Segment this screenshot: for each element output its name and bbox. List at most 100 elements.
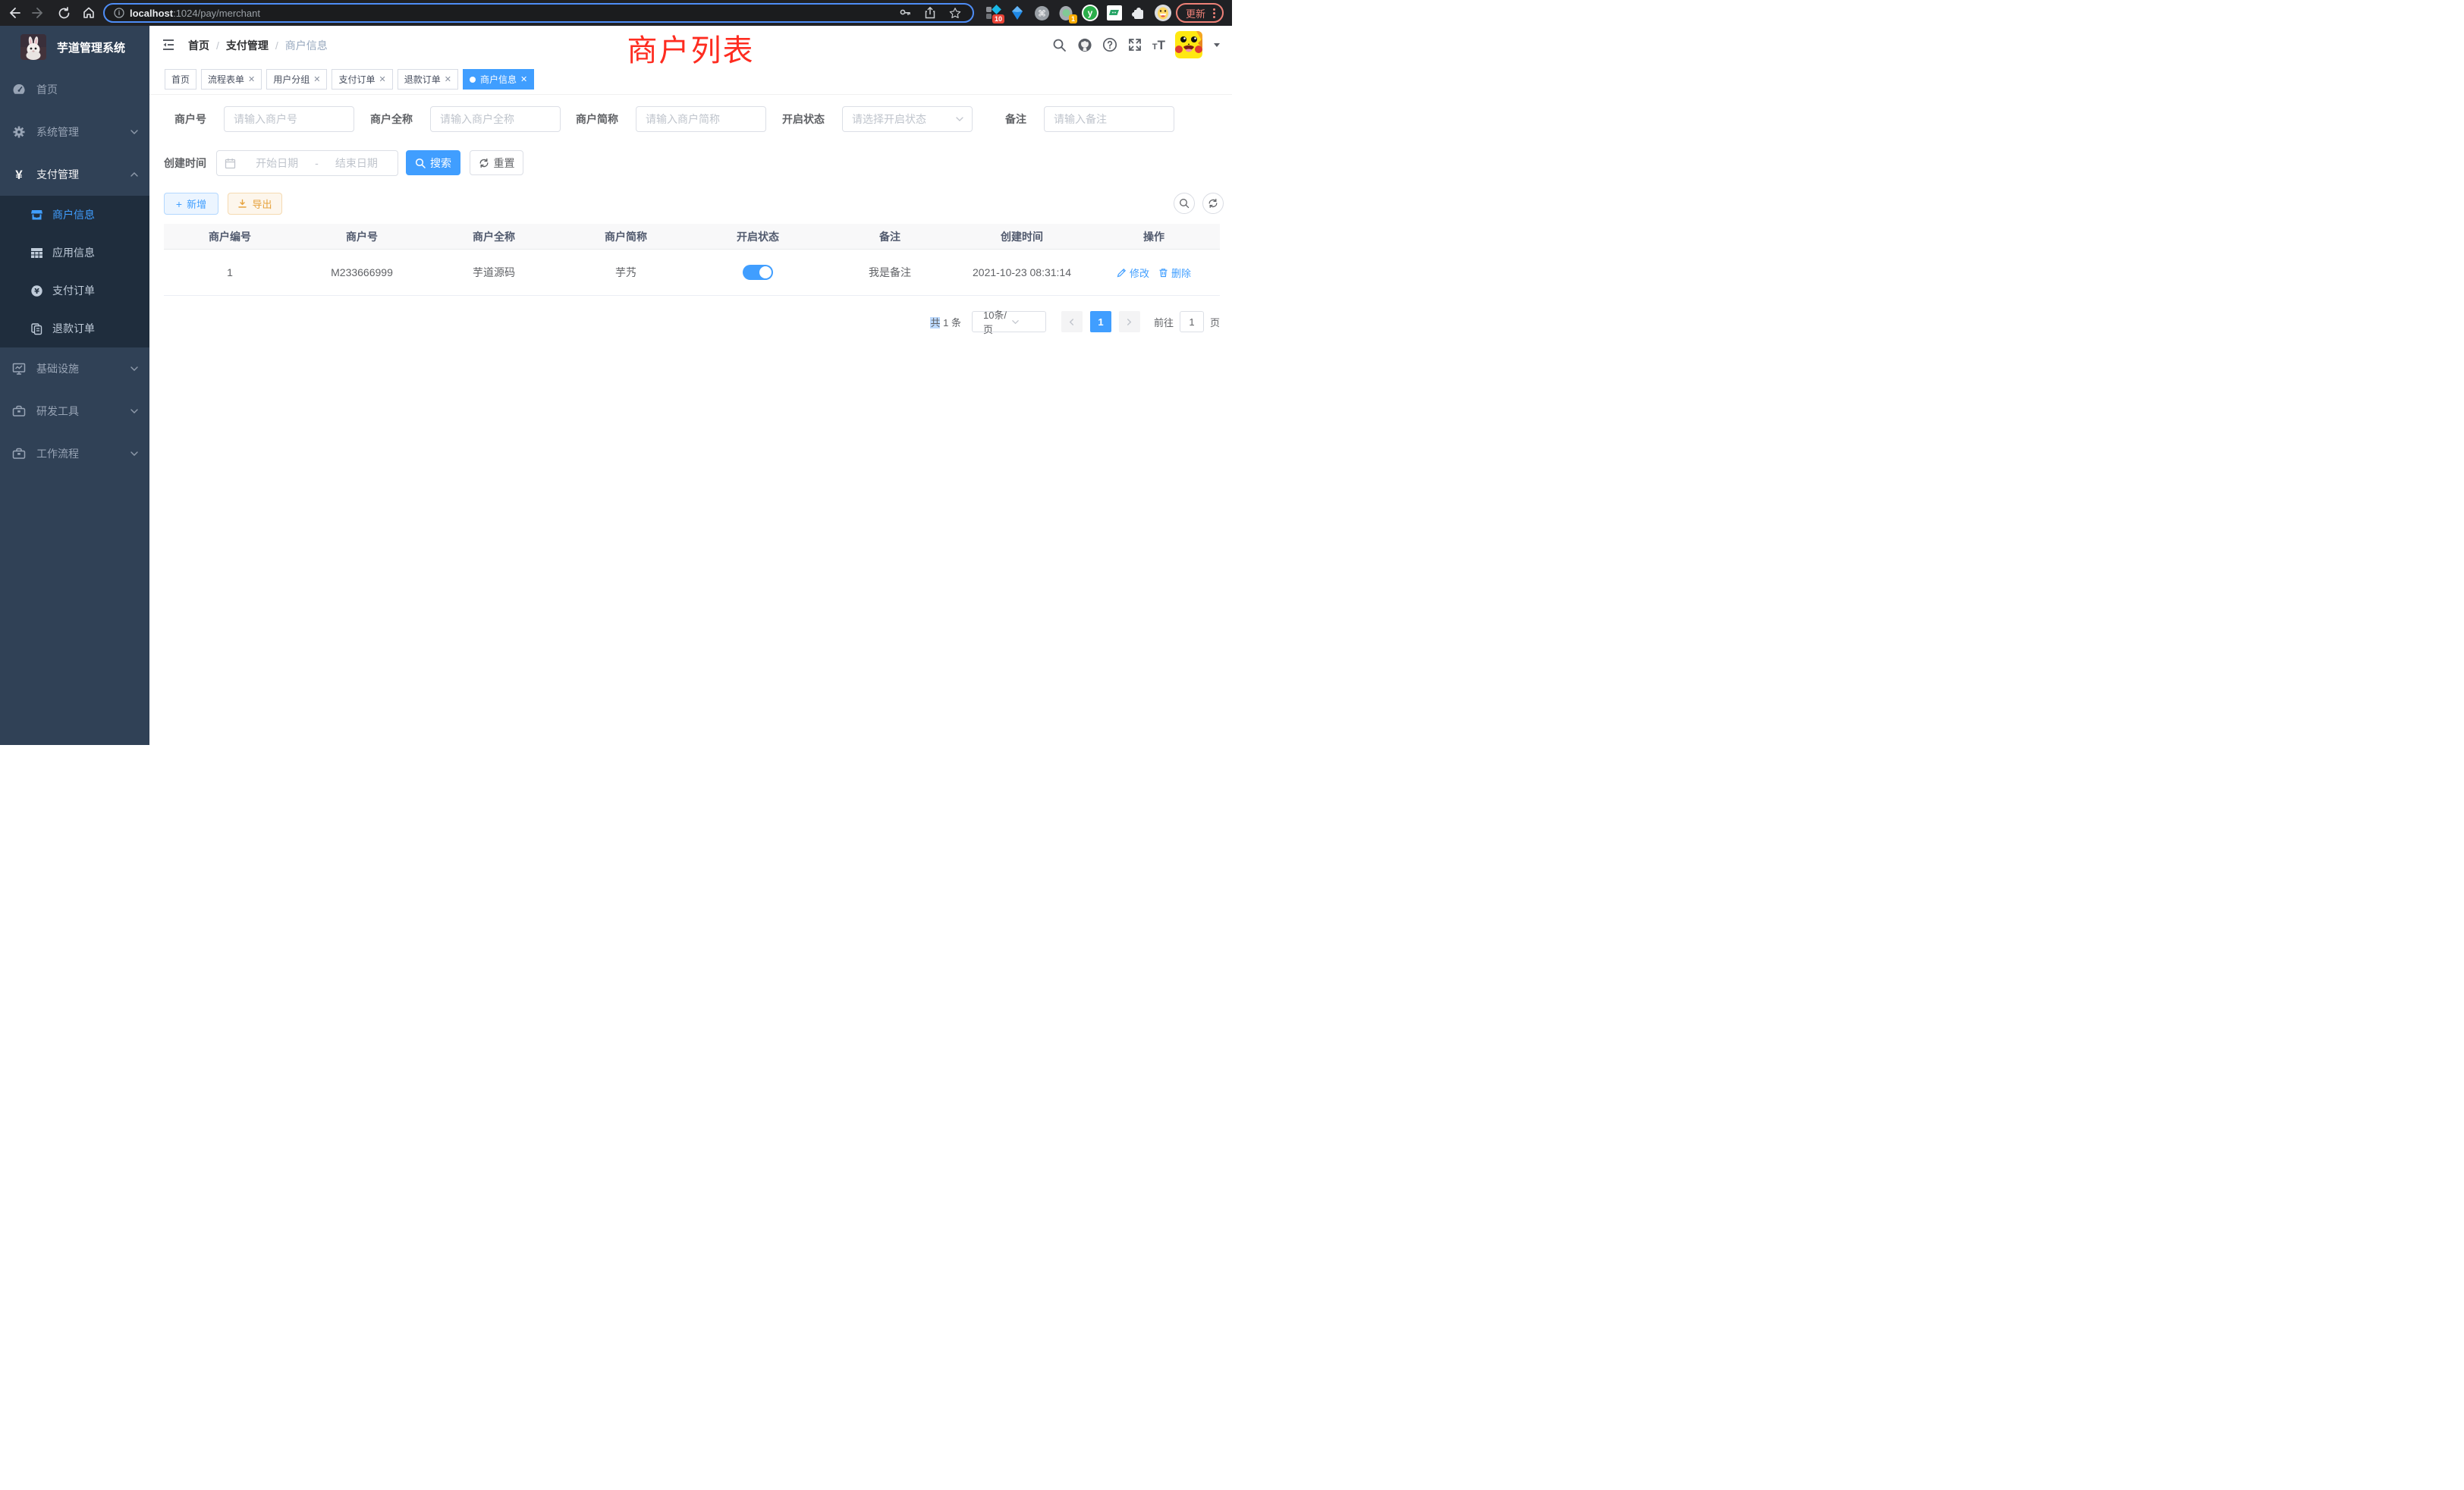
page-size-select[interactable]: 10条/页: [972, 311, 1046, 332]
sidebar-item-pay-order[interactable]: ¥ 支付订单: [0, 272, 149, 310]
ext-chat-icon[interactable]: [1106, 5, 1123, 21]
close-icon[interactable]: ✕: [313, 74, 320, 84]
sidebar-item-label: 系统管理: [36, 124, 130, 140]
edit-link[interactable]: 修改: [1117, 266, 1149, 280]
browser-update-button[interactable]: 更新: [1176, 3, 1224, 23]
collapse-sidebar-icon[interactable]: [160, 36, 177, 53]
merchant-short-input[interactable]: 请输入商户简称: [636, 106, 766, 132]
sidebar-item-app-info[interactable]: 应用信息: [0, 234, 149, 272]
tab-label: 流程表单: [208, 73, 244, 86]
sidebar-item-label: 支付管理: [36, 167, 130, 182]
close-icon[interactable]: ✕: [520, 74, 527, 84]
sidebar-item-label: 工作流程: [36, 446, 130, 461]
goto-page-input[interactable]: 1: [1180, 311, 1204, 332]
browser-menu-icon[interactable]: [1213, 8, 1215, 18]
next-page-button[interactable]: [1119, 311, 1140, 332]
share-icon[interactable]: [923, 6, 937, 20]
extensions-row: 10 ⌘ 1 y: [985, 5, 1171, 21]
app-title: 芋道管理系统: [57, 39, 125, 55]
ext-yuque-icon[interactable]: y: [1082, 5, 1098, 21]
close-icon[interactable]: ✕: [445, 74, 451, 84]
ext-blocks-icon[interactable]: 10: [985, 5, 1001, 21]
ext-badge: 1: [1069, 14, 1077, 24]
filter-label: 开启状态: [782, 112, 825, 127]
avatar-caret-icon[interactable]: [1212, 40, 1221, 49]
svg-text:y: y: [1088, 8, 1093, 18]
ext-emoji-avatar[interactable]: [1155, 5, 1171, 21]
bookmark-star-icon[interactable]: [948, 6, 962, 20]
screen: localhost:1024/pay/merchant 10 ⌘: [0, 0, 1232, 745]
status-select[interactable]: 请选择开启状态: [842, 106, 973, 132]
search-icon: [1179, 198, 1190, 209]
tab-merchant-info[interactable]: 商户信息✕: [463, 69, 534, 90]
filter-create-time: 创建时间 开始日期 - 结束日期: [164, 150, 398, 176]
ext-puzzle-icon[interactable]: [1130, 5, 1147, 21]
current-page[interactable]: 1: [1090, 311, 1111, 332]
tab-refund-order[interactable]: 退款订单 ✕: [398, 69, 458, 90]
help-icon[interactable]: [1102, 37, 1117, 52]
date-range-input[interactable]: 开始日期 - 结束日期: [216, 150, 398, 176]
sidebar-item-label: 研发工具: [36, 404, 130, 419]
toggle-search-button[interactable]: [1174, 193, 1195, 214]
sidebar-item-refund-order[interactable]: 退款订单: [0, 310, 149, 347]
sidebar-item-workflow[interactable]: 工作流程: [0, 432, 149, 475]
sidebar-item-devtools[interactable]: 研发工具: [0, 390, 149, 432]
breadcrumb: 首页 / 支付管理 / 商户信息: [188, 38, 328, 53]
search-icon[interactable]: [1052, 37, 1067, 52]
delete-link[interactable]: 删除: [1158, 266, 1191, 280]
sidebar-item-infra[interactable]: 基础设施: [0, 347, 149, 390]
status-toggle[interactable]: [743, 265, 773, 280]
tab-pay-order[interactable]: 支付订单✕: [332, 69, 392, 90]
breadcrumb-home[interactable]: 首页: [188, 38, 209, 53]
sidebar-logo[interactable]: 芋道管理系统: [0, 26, 149, 68]
breadcrumb-separator: /: [275, 39, 278, 52]
chevron-down-icon: [130, 449, 139, 458]
main-area: 首页 / 支付管理 / 商户信息 TT: [149, 26, 1232, 745]
tab-process-form[interactable]: 流程表单 ✕: [201, 69, 262, 90]
ext-command-icon[interactable]: ⌘: [1033, 5, 1050, 21]
placeholder: 请输入商户全称: [440, 112, 514, 127]
chevron-down-icon: [130, 364, 139, 373]
merchant-full-input[interactable]: 请输入商户全称: [430, 106, 561, 132]
col-remark: 备注: [824, 229, 956, 244]
fullscreen-icon[interactable]: [1127, 37, 1142, 52]
reload-button[interactable]: [55, 4, 73, 22]
breadcrumb-payment[interactable]: 支付管理: [226, 38, 269, 53]
url-bar[interactable]: localhost:1024/pay/merchant: [103, 3, 974, 23]
tab-label: 首页: [171, 73, 190, 86]
chevron-left-icon: [1067, 318, 1076, 326]
chevron-down-icon: [1011, 318, 1039, 326]
close-icon[interactable]: ✕: [379, 74, 386, 84]
search-button[interactable]: 搜索: [406, 150, 460, 175]
yen-icon: ¥: [12, 168, 26, 181]
close-icon[interactable]: ✕: [248, 74, 255, 84]
tab-home[interactable]: 首页: [165, 69, 196, 90]
tab-label: 商户信息: [480, 73, 517, 86]
add-button[interactable]: + 新增: [164, 193, 218, 215]
user-avatar[interactable]: [1175, 31, 1202, 58]
refresh-table-button[interactable]: [1202, 193, 1224, 214]
sidebar-item-payment[interactable]: ¥ 支付管理: [0, 153, 149, 196]
dashboard-icon: [12, 83, 26, 96]
tab-label: 退款订单: [404, 73, 441, 86]
merchant-no-input[interactable]: 请输入商户号: [224, 106, 354, 132]
browser-chrome: localhost:1024/pay/merchant 10 ⌘: [0, 0, 1232, 26]
remark-input[interactable]: 请输入备注: [1044, 106, 1174, 132]
sidebar-item-system[interactable]: 系统管理: [0, 111, 149, 153]
ext-blob-icon[interactable]: 1: [1058, 5, 1074, 21]
back-button[interactable]: [5, 4, 23, 22]
password-key-icon[interactable]: [898, 6, 912, 20]
sidebar-item-home[interactable]: 首页: [0, 68, 149, 111]
prev-page-button[interactable]: [1061, 311, 1083, 332]
sidebar-item-merchant-info[interactable]: 商户信息: [0, 196, 149, 234]
font-size-icon[interactable]: TT: [1152, 39, 1165, 52]
github-icon[interactable]: [1077, 37, 1092, 52]
tab-user-group[interactable]: 用户分组✕: [266, 69, 327, 90]
total-count: 共 1 条: [930, 315, 961, 329]
ext-diamond-icon[interactable]: [1009, 5, 1026, 21]
home-button[interactable]: [80, 4, 98, 22]
forward-button[interactable]: [30, 4, 48, 22]
refresh-icon: [479, 158, 489, 168]
reset-button[interactable]: 重置: [470, 150, 523, 175]
export-button[interactable]: 导出: [228, 193, 282, 215]
